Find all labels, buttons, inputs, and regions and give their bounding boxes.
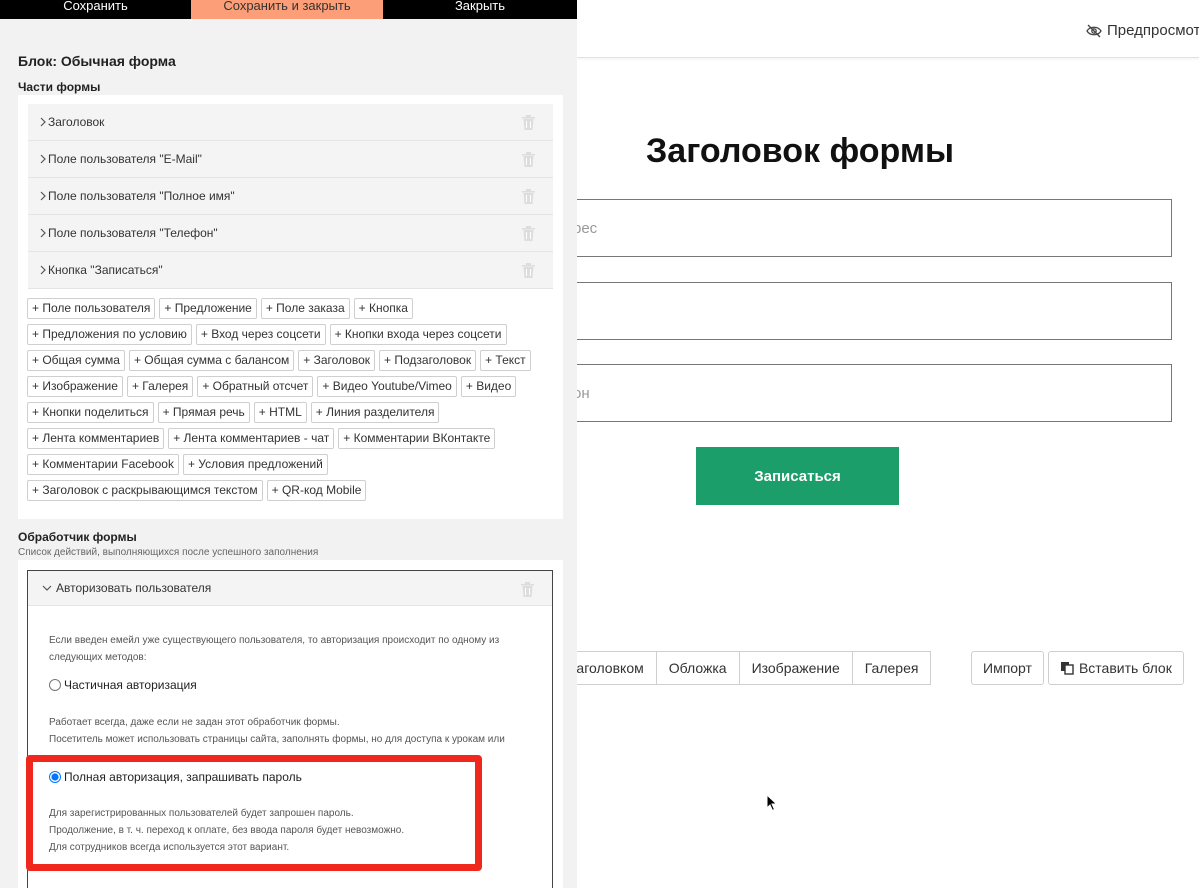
block-title: Блок: Обычная форма [18, 53, 176, 69]
partial-auth-radio[interactable] [49, 679, 61, 691]
add-part-button[interactable]: + Заголовок [298, 350, 376, 371]
full-auth-option[interactable]: Полная авторизация, запрашивать пароль [49, 770, 302, 784]
trash-icon[interactable] [522, 189, 535, 204]
chevron-down-icon [42, 585, 52, 591]
add-part-button[interactable]: + Изображение [27, 376, 123, 397]
block-type-image-button[interactable]: Изображение [738, 651, 853, 685]
form-handler-title: Обработчик формы [18, 530, 137, 544]
add-part-button[interactable]: + Кнопки входа через соцсети [329, 324, 507, 345]
add-part-button[interactable]: + Предложения по условию [27, 324, 192, 345]
form-part-row[interactable]: Кнопка "Записаться" [28, 252, 553, 289]
add-part-button[interactable]: + Прямая речь [157, 402, 250, 423]
add-part-button[interactable]: + Общая сумма с балансом [128, 350, 295, 371]
block-type-cover-button[interactable]: Обложка [655, 651, 740, 685]
email-field[interactable] [560, 199, 1172, 257]
block-type-gallery-button[interactable]: Галерея [851, 651, 932, 685]
chevron-right-icon [40, 265, 46, 275]
add-part-button[interactable]: + Подзаголовок [379, 350, 477, 371]
handler-description: Если введен емейл уже существующего поль… [49, 635, 500, 663]
import-button[interactable]: Импорт [971, 651, 1044, 685]
paste-block-button[interactable]: Вставить блок [1047, 651, 1184, 685]
form-handler-card: Авторизовать пользователя Если введен ем… [18, 560, 563, 888]
add-part-button[interactable]: + Заголовок с раскрывающимся текстом [27, 480, 263, 501]
preview-toggle-label: Предпросмотр [1107, 22, 1199, 39]
add-part-button[interactable]: + Поле пользователя [27, 298, 156, 319]
add-part-button[interactable]: + Линия разделителя [310, 402, 440, 423]
add-part-button[interactable]: + Текст [480, 350, 531, 371]
form-part-label: Поле пользователя "Полное имя" [48, 189, 235, 203]
form-part-label: Поле пользователя "Телефон" [48, 226, 218, 240]
chevron-right-icon [40, 117, 46, 127]
save-button[interactable]: Сохранить [0, 0, 191, 19]
partial-auth-description: Работает всегда, даже если не задан этот… [49, 717, 505, 745]
name-field[interactable] [560, 282, 1172, 340]
trash-icon[interactable] [521, 582, 534, 597]
full-auth-description: Для зарегистрированных пользователей буд… [49, 808, 405, 853]
form-part-row[interactable]: Поле пользователя "Телефон" [28, 215, 553, 252]
submit-button[interactable]: Записаться [696, 447, 899, 505]
form-part-row[interactable]: Поле пользователя "Полное имя" [28, 178, 553, 215]
add-part-button[interactable]: + Лента комментариев - чат [168, 428, 335, 449]
add-part-button[interactable]: + Кнопка [353, 298, 413, 319]
add-part-button[interactable]: + Условия предложений [182, 454, 328, 475]
chevron-right-icon [40, 191, 46, 201]
add-part-button[interactable]: + Кнопки поделиться [27, 402, 154, 423]
trash-icon[interactable] [522, 115, 535, 130]
block-editor-panel: Сохранить Сохранить и закрыть Закрыть Бл… [0, 0, 577, 888]
handler-header[interactable]: Авторизовать пользователя [28, 571, 552, 606]
form-parts-card: Заголовок Поле пользователя "E-Mail" Пол… [18, 95, 563, 519]
preview-toggle[interactable]: Предпросмотр [1086, 22, 1199, 39]
trash-icon[interactable] [522, 263, 535, 278]
add-part-button[interactable]: + Поле заказа [260, 298, 350, 319]
add-part-button[interactable]: + Вход через соцсети [195, 324, 326, 345]
trash-icon[interactable] [522, 226, 535, 241]
form-parts-title: Части формы [18, 80, 101, 94]
phone-field[interactable] [560, 364, 1172, 422]
add-part-button[interactable]: + Обратный отсчет [197, 376, 314, 397]
add-part-button[interactable]: + Видео [460, 376, 517, 397]
eye-off-icon [1086, 24, 1102, 38]
partial-auth-option[interactable]: Частичная авторизация [49, 678, 197, 692]
save-and-close-button[interactable]: Сохранить и закрыть [191, 0, 383, 19]
form-part-row[interactable]: Заголовок [28, 104, 553, 141]
block-actions: Импорт Вставить блок [971, 651, 1184, 685]
form-part-label: Заголовок [48, 115, 105, 129]
handler-authorize-user: Авторизовать пользователя Если введен ем… [27, 570, 553, 888]
form-handler-subtitle: Список действий, выполняющихся после усп… [18, 547, 319, 558]
close-button[interactable]: Закрыть [383, 0, 577, 19]
full-auth-radio[interactable] [49, 771, 61, 783]
add-part-button[interactable]: + Лента комментариев [27, 428, 165, 449]
mouse-cursor-icon [766, 794, 778, 812]
editor-toolbar: Сохранить Сохранить и закрыть Закрыть [0, 0, 577, 19]
form-parts-list: Заголовок Поле пользователя "E-Mail" Пол… [28, 104, 553, 289]
chevron-right-icon [40, 154, 46, 164]
chevron-right-icon [40, 228, 46, 238]
add-part-button[interactable]: + Общая сумма [27, 350, 125, 371]
add-part-button[interactable]: + Комментарии Facebook [27, 454, 179, 475]
add-part-button[interactable]: + Видео Youtube/Vimeo [317, 376, 457, 397]
form-part-label: Кнопка "Записаться" [48, 263, 163, 277]
add-part-button[interactable]: + Предложение [159, 298, 257, 319]
add-part-button[interactable]: + Комментарии ВКонтакте [338, 428, 496, 449]
add-part-button[interactable]: + HTML [253, 402, 307, 423]
block-type-bar: заголовком Обложка Изображение Галерея [557, 651, 932, 685]
add-part-buttons: + Поле пользователя + Предложение + Поле… [27, 298, 547, 501]
trash-icon[interactable] [522, 152, 535, 167]
form-title: Заголовок формы [646, 132, 955, 170]
handler-title: Авторизовать пользователя [56, 581, 212, 595]
form-part-row[interactable]: Поле пользователя "E-Mail" [28, 141, 553, 178]
paste-icon [1060, 661, 1074, 675]
form-part-label: Поле пользователя "E-Mail" [48, 152, 202, 166]
add-part-button[interactable]: + QR-код Mobile [266, 480, 367, 501]
add-part-button[interactable]: + Галерея [126, 376, 194, 397]
